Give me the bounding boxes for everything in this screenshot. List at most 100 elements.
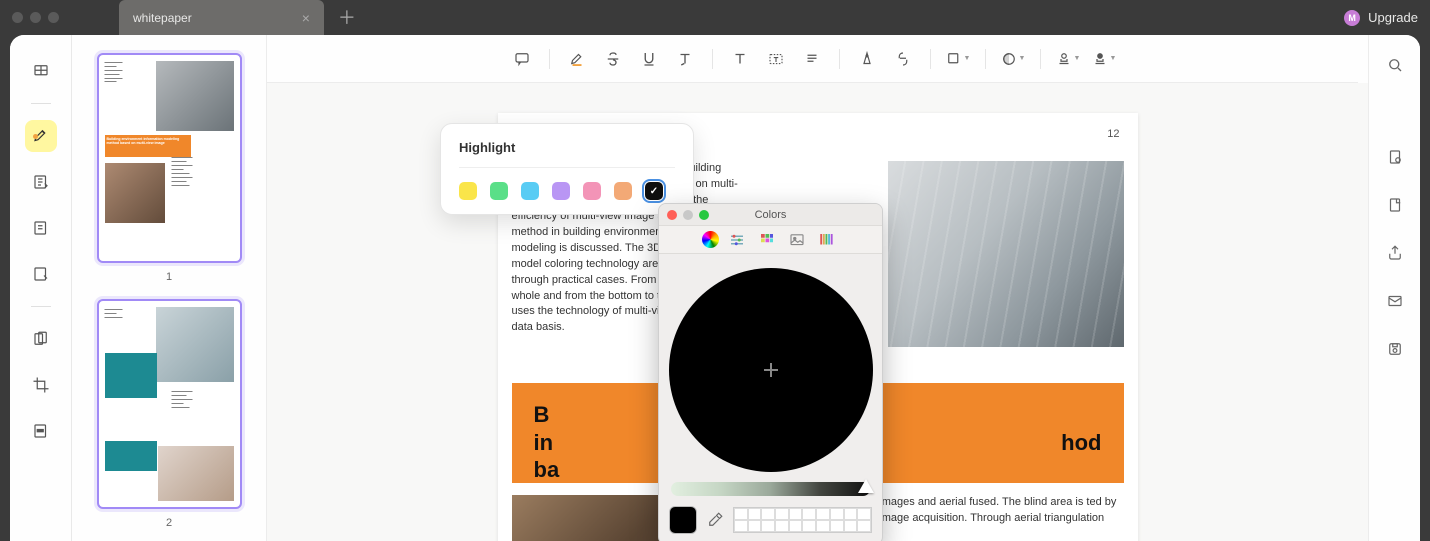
thumbnail-image: ▬▬▬▬▬▬▬▬▬▬▬▬▬▬▬▬ ▬▬▬▬▬▬▬▬▬▬▬▬▬▬▬▬▬▬▬▬▬▬▬… (97, 299, 242, 509)
swatch-cell[interactable] (734, 508, 748, 520)
thumbnail-label: 1 (86, 271, 252, 283)
colors-panel-titlebar[interactable]: Colors (659, 204, 882, 226)
highlight-swatch-yellow[interactable] (459, 182, 477, 200)
color-swatch-grid (733, 507, 872, 533)
share-icon[interactable] (1381, 239, 1409, 267)
pencils-tab-icon[interactable] (815, 230, 839, 250)
swatch-cell[interactable] (748, 520, 762, 532)
fill-sign-icon[interactable] (25, 212, 57, 244)
swatch-cell[interactable] (789, 520, 803, 532)
link-icon[interactable] (886, 44, 920, 74)
document-info-icon[interactable] (1381, 143, 1409, 171)
mail-icon[interactable] (1381, 287, 1409, 315)
colors-panel-bottom (659, 506, 882, 541)
swatch-cell[interactable] (816, 520, 830, 532)
notes-icon[interactable] (25, 258, 57, 290)
document-tab[interactable]: whitepaper × (119, 0, 324, 35)
page-thumbnail-2[interactable]: ▬▬▬▬▬▬▬▬▬▬▬▬▬▬▬▬ ▬▬▬▬▬▬▬▬▬▬▬▬▬▬▬▬▬▬▬▬▬▬▬… (86, 299, 252, 529)
bookmark-icon[interactable] (850, 44, 884, 74)
current-color-swatch[interactable] (669, 506, 697, 534)
thumbnail-image: ▬▬▬▬▬▬▬▬▬▬▬▬▬▬▬▬▬▬▬▬▬▬▬▬▬▬▬▬▬▬▬ Building… (97, 53, 242, 263)
eyedropper-icon[interactable] (705, 510, 725, 530)
page-thumbnail-1[interactable]: ▬▬▬▬▬▬▬▬▬▬▬▬▬▬▬▬▬▬▬▬▬▬▬▬▬▬▬▬▬▬▬ Building… (86, 53, 252, 283)
color-wheel[interactable] (669, 268, 873, 472)
redact-icon[interactable] (25, 415, 57, 447)
crop-icon[interactable] (25, 369, 57, 401)
close-window-button[interactable] (12, 12, 23, 23)
thumbnail-sidebar[interactable]: ▬▬▬▬▬▬▬▬▬▬▬▬▬▬▬▬▬▬▬▬▬▬▬▬▬▬▬▬▬▬▬ Building… (72, 35, 267, 541)
separator (930, 49, 931, 69)
highlight-popover-title: Highlight (459, 140, 675, 168)
separator (712, 49, 713, 69)
text-style-icon[interactable] (668, 44, 702, 74)
highlight-swatch-blue[interactable] (521, 182, 539, 200)
separator (1040, 49, 1041, 69)
swatch-cell[interactable] (761, 520, 775, 532)
highlight-swatch-green[interactable] (490, 182, 508, 200)
separator (549, 49, 550, 69)
left-tool-rail (10, 35, 72, 541)
maximize-window-button[interactable] (48, 12, 59, 23)
swatch-cell[interactable] (857, 520, 871, 532)
paragraph-icon[interactable] (795, 44, 829, 74)
swatch-cell[interactable] (748, 508, 762, 520)
highlight-swatches (459, 182, 675, 200)
swatch-cell[interactable] (789, 508, 803, 520)
titlebar-right: M Upgrade (1344, 10, 1418, 26)
wheel-tab-icon[interactable] (702, 231, 719, 248)
swatch-cell[interactable] (802, 520, 816, 532)
image-tab-icon[interactable] (785, 230, 809, 250)
shape-icon[interactable]: ▼ (941, 44, 975, 74)
comment-icon[interactable] (505, 44, 539, 74)
window-titlebar: whitepaper × ＋ M Upgrade (0, 0, 1430, 35)
swatch-cell[interactable] (734, 520, 748, 532)
new-tab-button[interactable]: ＋ (338, 9, 356, 27)
swatch-cell[interactable] (830, 508, 844, 520)
thumbnail-label: 2 (86, 517, 252, 529)
sliders-tab-icon[interactable] (725, 230, 749, 250)
highlight-swatch-pink[interactable] (583, 182, 601, 200)
swatch-cell[interactable] (844, 520, 858, 532)
annotate-icon[interactable] (25, 55, 57, 87)
minimize-window-button[interactable] (30, 12, 41, 23)
circle-icon[interactable]: ▼ (996, 44, 1030, 74)
swatch-cell[interactable] (775, 508, 789, 520)
avatar[interactable]: M (1344, 10, 1360, 26)
colors-panel-title: Colors (659, 209, 882, 221)
swatch-cell[interactable] (761, 508, 775, 520)
swatch-cell[interactable] (775, 520, 789, 532)
palettes-tab-icon[interactable] (755, 230, 779, 250)
search-icon[interactable] (1381, 51, 1409, 79)
organize-icon[interactable] (25, 323, 57, 355)
brightness-slider[interactable] (671, 482, 870, 496)
swatch-cell[interactable] (844, 508, 858, 520)
upgrade-button[interactable]: Upgrade (1368, 10, 1418, 25)
highlight-swatch-orange[interactable] (614, 182, 632, 200)
highlight-swatch-custom[interactable] (645, 182, 663, 200)
swatch-cell[interactable] (816, 508, 830, 520)
stamp-icon[interactable]: ▼ (1051, 44, 1085, 74)
highlight-swatch-purple[interactable] (552, 182, 570, 200)
slider-thumb[interactable] (858, 479, 874, 493)
signature-icon[interactable]: ▼ (1087, 44, 1121, 74)
document-image (888, 161, 1124, 347)
swatch-cell[interactable] (802, 508, 816, 520)
highlighter-icon[interactable] (25, 120, 57, 152)
text-box-icon[interactable] (759, 44, 793, 74)
highlight-popover: Highlight (440, 123, 694, 215)
swatch-cell[interactable] (857, 508, 871, 520)
close-tab-button[interactable]: × (302, 10, 310, 26)
color-wheel-crosshair[interactable] (764, 363, 778, 377)
page-number: 12 (1107, 127, 1119, 143)
colors-panel[interactable]: Colors (658, 203, 883, 541)
edit-text-icon[interactable] (25, 166, 57, 198)
highlight-icon[interactable] (560, 44, 594, 74)
strikethrough-icon[interactable] (596, 44, 630, 74)
save-icon[interactable] (1381, 335, 1409, 363)
text-icon[interactable] (723, 44, 757, 74)
underline-icon[interactable] (632, 44, 666, 74)
swatch-cell[interactable] (830, 520, 844, 532)
file-icon[interactable] (1381, 191, 1409, 219)
separator (985, 49, 986, 69)
format-toolbar: ▼ ▼ ▼ ▼ (267, 35, 1358, 83)
